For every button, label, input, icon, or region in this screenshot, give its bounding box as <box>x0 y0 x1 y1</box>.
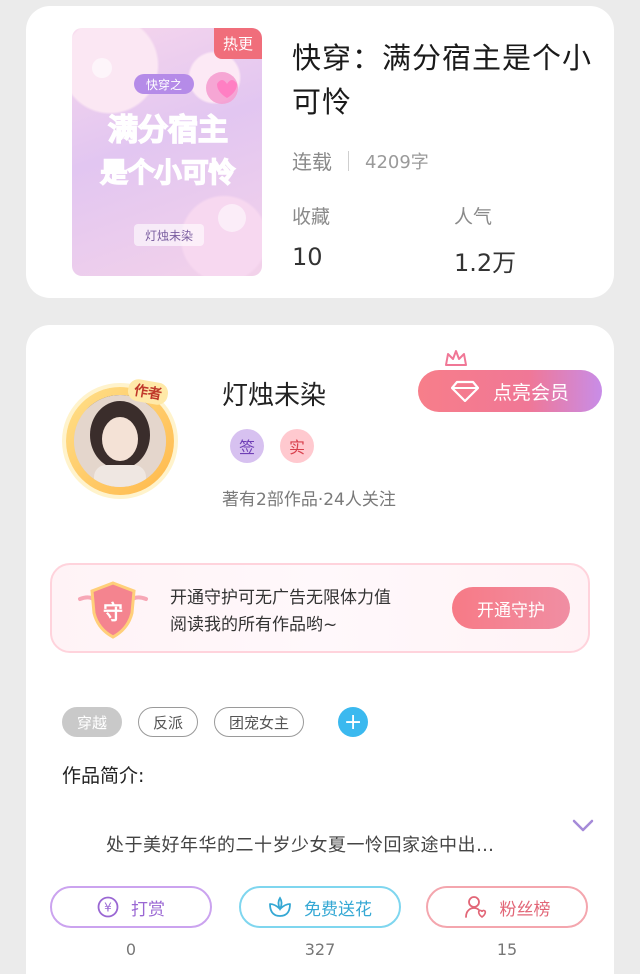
author-meta: 著有2部作品·24人关注 <box>222 490 396 510</box>
yuan-coin-icon: ¥ <box>97 896 119 918</box>
svg-text:守: 守 <box>103 600 123 624</box>
vip-button-label: 点亮会员 <box>492 381 569 404</box>
diamond-icon <box>450 380 479 402</box>
tag-chip[interactable]: 穿越 <box>62 707 123 737</box>
popularity-stat: 人气 1.2万 <box>454 202 516 278</box>
add-tag-button[interactable]: + <box>338 707 369 737</box>
popularity-value: 1.2万 <box>454 249 517 277</box>
flower-icon <box>269 896 291 917</box>
svg-text:¥: ¥ <box>104 901 112 915</box>
cover-art: 快穿之 满分宿主 是个小可怜 灯烛未染 <box>92 58 246 246</box>
signed-badge: 签 <box>230 429 264 463</box>
crown-icon <box>445 350 467 366</box>
favorites-stat: 收藏 10 <box>292 202 330 271</box>
verified-badge: 实 <box>280 429 314 463</box>
favorites-value: 10 <box>292 243 323 271</box>
fans-user-icon <box>464 896 486 919</box>
tag-list: 穿越 反派 团宠女主 + <box>62 707 369 737</box>
guard-line-2: 阅读我的所有作品哟~ <box>170 615 338 635</box>
book-title: 快穿：满分宿主是个小可怜 <box>292 41 593 119</box>
reward-button[interactable]: ¥ 打赏 <box>50 886 212 928</box>
favorites-label: 收藏 <box>292 206 331 228</box>
send-flower-label: 免费送花 <box>304 899 372 920</box>
author-card: 作者 灯烛未染 签 实 著有2部作品·24人关注 点亮会员 守 开通守护可无广告… <box>26 325 614 974</box>
intro-label: 作品简介: <box>62 765 145 787</box>
intro-text[interactable]: 处于美好年华的二十岁少女夏一怜回家途中出… <box>106 831 495 857</box>
author-name[interactable]: 灯烛未染 <box>222 375 326 412</box>
divider <box>348 150 349 171</box>
open-guard-button[interactable]: 开通守护 <box>452 587 570 629</box>
vip-member-button[interactable]: 点亮会员 <box>418 370 602 412</box>
book-cover[interactable]: 快穿之 满分宿主 是个小可怜 灯烛未染 热更 <box>72 28 262 276</box>
reward-count: 0 <box>125 940 137 959</box>
serial-status: 连载 <box>292 150 332 174</box>
guard-banner: 守 开通守护可无广告无限体力值 阅读我的所有作品哟~ 开通守护 <box>50 563 590 653</box>
flower-count: 327 <box>304 940 336 959</box>
avatar-portrait-icon <box>74 395 166 487</box>
send-flower-button[interactable]: 免费送花 <box>239 886 401 928</box>
popularity-label: 人气 <box>454 206 493 228</box>
reward-label: 打赏 <box>131 899 165 920</box>
hot-update-badge: 热更 <box>213 28 262 59</box>
svg-text:灯烛未染: 灯烛未染 <box>145 228 193 243</box>
svg-text:满分宿主: 满分宿主 <box>108 113 228 148</box>
chevron-down-icon[interactable] <box>572 819 594 833</box>
avatar <box>74 395 166 487</box>
fans-count: 15 <box>496 940 518 959</box>
tag-chip[interactable]: 团宠女主 <box>214 707 305 737</box>
word-count: 4209字 <box>365 151 429 173</box>
guard-shield-icon: 守 <box>78 581 148 639</box>
guard-line-1: 开通守护可无广告无限体力值 <box>170 588 391 608</box>
book-info-card: 快穿之 满分宿主 是个小可怜 灯烛未染 热更 快穿：满分宿主是个小可怜 连载 4… <box>26 6 614 298</box>
fans-rank-button[interactable]: 粉丝榜 <box>426 886 588 928</box>
fans-rank-label: 粉丝榜 <box>499 899 551 920</box>
author-avatar[interactable]: 作者 <box>56 375 186 505</box>
tag-chip[interactable]: 反派 <box>138 707 199 737</box>
book-status-row: 连载 4209字 <box>292 146 429 175</box>
svg-text:快穿之: 快穿之 <box>146 77 182 92</box>
guard-description: 开通守护可无广告无限体力值 阅读我的所有作品哟~ <box>170 585 391 639</box>
svg-text:是个小可怜: 是个小可怜 <box>101 158 236 189</box>
